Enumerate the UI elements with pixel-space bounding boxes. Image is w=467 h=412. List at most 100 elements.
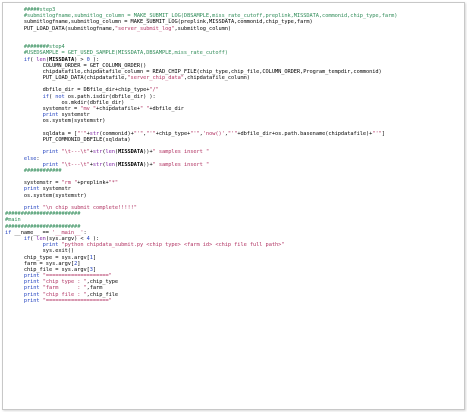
code-token: ]	[77, 260, 81, 267]
code-token: ,chip_file	[86, 291, 119, 298]
code-token: "python chipdata_submit.py <chip type> <…	[61, 242, 285, 249]
code-token: "'"	[133, 130, 144, 137]
code-token: chip_file = sys.argv[	[5, 266, 90, 273]
code-token: ]	[92, 254, 97, 261]
code-token: "/"	[149, 87, 159, 94]
code-token: MISSDATA	[118, 161, 144, 168]
code-token: os.mkdir(dbfile_dir)	[5, 99, 125, 106]
code-token: len	[36, 235, 46, 242]
code-token: #USEDSAMPLE = GET_USED_SAMPLE(MISSDATA,D…	[23, 50, 228, 57]
code-token: :	[36, 155, 40, 162]
code-token: "'"	[372, 130, 382, 137]
code-token: '__main__'	[52, 229, 84, 236]
code-token: print	[42, 242, 59, 249]
code-token: chipdatafile,chipdatafile_column = READ_…	[5, 68, 382, 75]
code-token: "\t---\t"	[61, 149, 90, 156]
code-token: ,farm	[86, 285, 103, 292]
code-token: print	[42, 161, 59, 168]
code-token: os.system(systemstr)	[5, 192, 87, 199]
code-token: "chip file : "	[42, 291, 87, 298]
code-token: "*"	[108, 180, 119, 187]
code-token: #main	[5, 217, 21, 224]
code-token: +chipdatafile+	[96, 106, 140, 112]
code-token: ########################	[5, 211, 81, 218]
code-token: dbfile_dir = DBfile_dir+chip_type+	[5, 87, 150, 94]
code-token: str	[89, 130, 100, 137]
code-token: +dbfile_dir	[149, 106, 184, 112]
code-token: systemstr	[39, 186, 71, 193]
code-token: "'"	[227, 130, 238, 137]
code-token: MISSDATA	[48, 56, 75, 63]
code-token: ############	[23, 167, 62, 174]
code-token: ))+	[143, 149, 153, 156]
code-token: print	[23, 297, 40, 304]
code-token: ,chip_type	[86, 279, 119, 286]
code-token: systemstr	[58, 112, 90, 119]
code-token: :	[83, 229, 87, 236]
code-token: print	[23, 205, 40, 211]
code-token: ########step4	[23, 44, 65, 51]
code-token: print	[42, 112, 59, 119]
code-token: #####step3	[23, 7, 56, 13]
code-token: print	[23, 186, 40, 193]
code-token: +chip_type+	[155, 130, 191, 137]
code-token: MISSDATA	[118, 149, 144, 156]
code-area[interactable]: #####step3 #submitlogfname,submitlog_col…	[5, 7, 464, 409]
code-token: (sys.argv) <	[45, 235, 87, 242]
code-token: "===================="	[42, 273, 112, 280]
code-token: print	[23, 285, 40, 292]
code-token: systemstr =	[5, 106, 81, 112]
code-token: ):	[89, 56, 100, 63]
code-token: len	[105, 149, 115, 156]
code-token: ]	[381, 130, 385, 137]
code-token: PUT_COMMONID_DBFILE(sqldata)	[5, 136, 131, 143]
code-token: systemstr =	[5, 180, 62, 187]
code-token: os.path.isdir(dbfile_dir) ):	[64, 93, 156, 100]
code-token: "server_submit_log"	[114, 25, 175, 32]
code-token: "'"	[77, 130, 87, 137]
code-token: "'"	[190, 130, 200, 137]
code-token: sys.exit()	[5, 248, 75, 255]
code-token: "\t---\t"	[61, 161, 90, 168]
code-token: ):	[89, 235, 100, 242]
code-token: print	[42, 149, 59, 156]
code-token: ]	[92, 266, 97, 273]
code-token: "rm "	[61, 180, 78, 187]
code-editor-window: #####step3 #submitlogfname,submitlog_col…	[2, 2, 465, 410]
code-token: str	[92, 149, 103, 156]
code-token: ,chipdatafile_column)	[183, 75, 250, 82]
code-token: "server_chip_data"	[127, 75, 184, 82]
code-token: ,submitlog_column)	[174, 25, 232, 32]
code-token: "mv "	[80, 106, 97, 112]
code-token: ########################	[5, 223, 81, 230]
code-token: print	[23, 273, 40, 280]
code-token: " "	[140, 106, 150, 112]
code-token: print	[23, 291, 40, 298]
code-token: " samples insert "	[152, 149, 210, 156]
code-token: str	[92, 161, 103, 168]
code-line: print "===================="	[5, 298, 464, 304]
code-token: ))+	[143, 161, 153, 168]
code-token: not	[55, 93, 65, 100]
code-token: "chip type : "	[42, 279, 87, 286]
code-token: #submitlogfname,submitlog_column = MAKE_…	[23, 13, 398, 20]
code-token: +preplink+	[77, 180, 109, 187]
